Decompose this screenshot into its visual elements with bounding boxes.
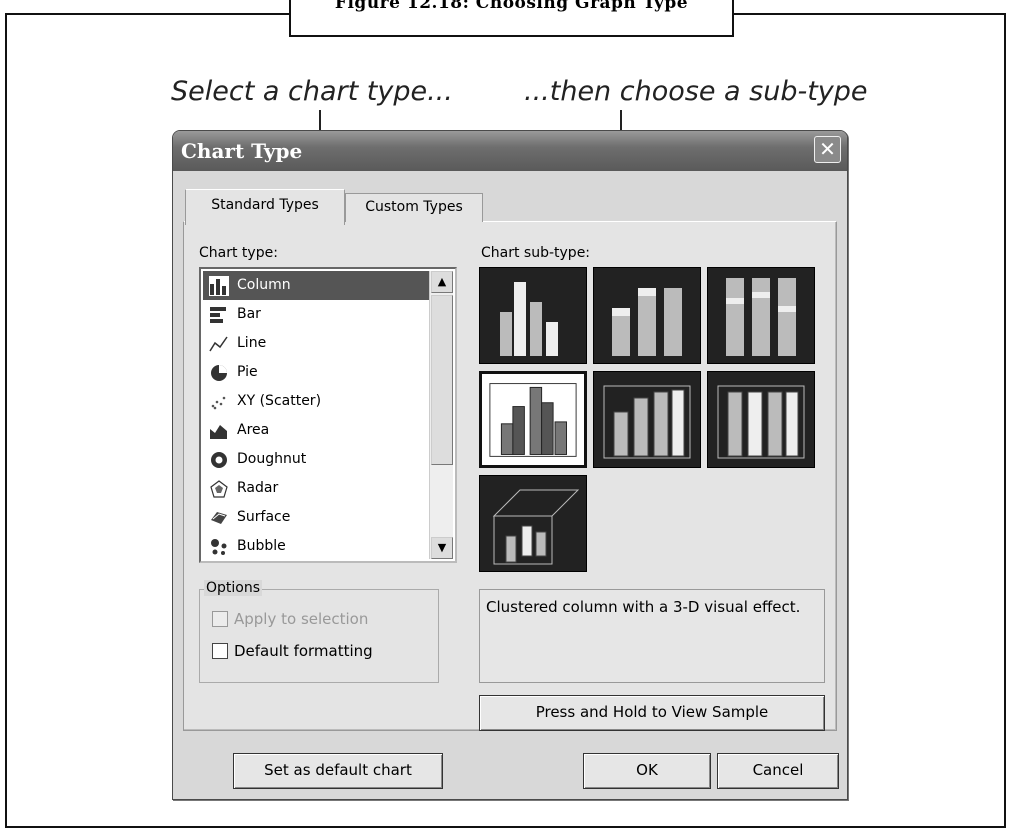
100-stacked-column-icon	[708, 278, 814, 367]
cancel-button[interactable]: Cancel	[717, 753, 839, 789]
chart-type-item-radar[interactable]: Radar	[203, 474, 429, 503]
stacked-column-icon	[594, 288, 700, 367]
set-default-chart-button[interactable]: Set as default chart	[233, 753, 443, 789]
annotation-choose-subtype: ...then choose a sub-type	[524, 76, 868, 107]
view-sample-button[interactable]: Press and Hold to View Sample	[479, 695, 825, 731]
chart-type-item-column[interactable]: Column	[203, 271, 429, 300]
default-formatting-checkbox[interactable]: Default formatting	[212, 642, 373, 660]
chart-type-label-text: Radar	[237, 480, 279, 496]
options-group: Options Apply to selection Default forma…	[199, 580, 439, 683]
chart-type-list[interactable]: Column Bar Line Pie XY (Scatter) Area Doughnut…	[199, 267, 457, 563]
chart-type-item-line[interactable]: Line	[203, 329, 429, 358]
chart-subtype-option-3[interactable]	[707, 267, 815, 364]
pie-chart-icon	[209, 363, 229, 383]
subtype-description: Clustered column with a 3-D visual effec…	[479, 589, 825, 683]
checkbox-box[interactable]	[212, 611, 228, 627]
chart-type-item-area[interactable]: Area	[203, 416, 429, 445]
3d-column-icon	[480, 489, 586, 575]
chart-type-label-text: Bubble	[237, 538, 286, 554]
bubble-chart-icon	[209, 537, 229, 557]
3d-100-stacked-column-icon	[708, 385, 814, 471]
chart-subtype-grid	[479, 267, 825, 579]
radar-chart-icon	[209, 479, 229, 499]
area-chart-icon	[209, 421, 229, 441]
chart-subtype-option-5[interactable]	[593, 371, 701, 468]
doughnut-chart-icon	[209, 450, 229, 470]
apply-to-selection-checkbox[interactable]: Apply to selection	[212, 610, 368, 628]
chart-type-label-text: Line	[237, 335, 267, 351]
chart-subtype-option-7[interactable]	[479, 475, 587, 572]
chart-type-label-text: Column	[237, 277, 291, 293]
scroll-down-button[interactable]: ▼	[431, 537, 453, 559]
column-chart-icon	[209, 276, 229, 296]
chart-type-item-bar[interactable]: Bar	[203, 300, 429, 329]
scatter-chart-icon	[209, 392, 229, 412]
list-scrollbar[interactable]: ▲ ▼	[429, 271, 453, 559]
chart-subtype-label: Chart sub-type:	[481, 245, 591, 261]
options-legend: Options	[204, 580, 263, 596]
chart-type-item-surface[interactable]: Surface	[203, 503, 429, 532]
chart-type-item-pie[interactable]: Pie	[203, 358, 429, 387]
surface-chart-icon	[209, 508, 229, 528]
chart-type-label-text: Bar	[237, 306, 261, 322]
checkbox-box[interactable]	[212, 643, 228, 659]
dialog-title: Chart Type	[181, 139, 303, 163]
chart-type-label-text: Area	[237, 422, 270, 438]
apply-to-selection-label: Apply to selection	[234, 610, 369, 628]
ok-button[interactable]: OK	[583, 753, 711, 789]
3d-clustered-column-icon	[482, 383, 584, 469]
chart-type-item-doughnut[interactable]: Doughnut	[203, 445, 429, 474]
tab-custom-types[interactable]: Custom Types	[345, 193, 483, 222]
chart-type-item-xy-scatter[interactable]: XY (Scatter)	[203, 387, 429, 416]
chart-type-item-bubble[interactable]: Bubble	[203, 532, 429, 561]
close-button[interactable]: ✕	[814, 136, 841, 163]
scroll-thumb[interactable]	[431, 295, 453, 465]
3d-stacked-column-icon	[594, 385, 700, 471]
chart-subtype-option-6[interactable]	[707, 371, 815, 468]
chart-type-label-text: XY (Scatter)	[237, 393, 322, 409]
chart-subtype-option-4[interactable]	[479, 371, 587, 468]
tab-standard-types[interactable]: Standard Types	[185, 189, 345, 225]
chart-subtype-option-2[interactable]	[593, 267, 701, 364]
chart-type-label-text: Doughnut	[237, 451, 307, 467]
figure-caption: Figure 12.18: Choosing Graph Type	[289, 0, 734, 37]
annotation-select-chart-type: Select a chart type...	[171, 76, 453, 107]
line-chart-icon	[209, 334, 229, 354]
chart-type-label-text: Surface	[237, 509, 291, 525]
chart-subtype-option-1[interactable]	[479, 267, 587, 364]
scroll-up-button[interactable]: ▲	[431, 271, 453, 293]
bar-chart-icon	[209, 305, 229, 325]
chart-type-label: Chart type:	[199, 245, 278, 261]
chart-type-label-text: Pie	[237, 364, 258, 380]
default-formatting-label: Default formatting	[234, 642, 373, 660]
clustered-column-icon	[480, 282, 586, 367]
title-bar[interactable]: Chart Type ✕	[173, 131, 847, 171]
close-icon: ✕	[819, 137, 836, 161]
chart-type-dialog: Chart Type ✕ Standard Types Custom Types…	[172, 130, 848, 800]
